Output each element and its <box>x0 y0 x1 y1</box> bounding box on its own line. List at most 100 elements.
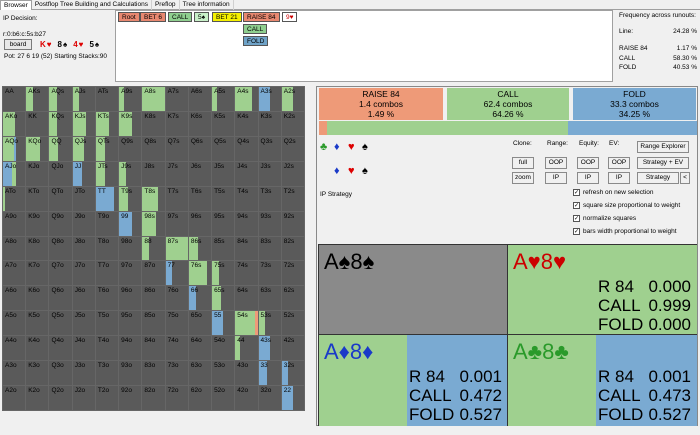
hand-cell-T9s[interactable]: T9s <box>119 186 142 211</box>
hand-cell-T9o[interactable]: T9o <box>95 211 119 236</box>
hand-cell-K8s[interactable]: K8s <box>142 111 165 136</box>
hand-cell-Q8o[interactable]: Q8o <box>49 236 72 261</box>
range-explorer-button[interactable]: Range Explorer <box>637 141 689 153</box>
hand-cell-KQs[interactable]: KQs <box>49 111 72 136</box>
hand-cell-AJs[interactable]: AJs <box>72 87 95 111</box>
hand-cell-62o[interactable]: 62o <box>188 386 212 410</box>
hand-cell-Q6s[interactable]: Q6s <box>188 136 212 161</box>
hand-cell-A8s[interactable]: A8s <box>142 87 165 111</box>
diamond-filter-icon[interactable]: ♦ <box>334 165 340 177</box>
hand-cell-Q2o[interactable]: Q2o <box>49 386 72 410</box>
combo-as8s[interactable]: A♠8♠ <box>319 245 508 335</box>
hand-cell-42s[interactable]: 42s <box>281 336 304 361</box>
hand-cell-Q5o[interactable]: Q5o <box>49 311 72 336</box>
tab-browser[interactable]: Browser <box>0 0 32 10</box>
hand-cell-86s[interactable]: 86s <box>188 236 212 261</box>
tree-node[interactable]: BET 21 <box>212 12 242 22</box>
hand-cell-43s[interactable]: 43s <box>258 336 281 361</box>
hand-cell-K2s[interactable]: K2s <box>281 111 304 136</box>
hand-cell-93s[interactable]: 93s <box>258 211 281 236</box>
combo-ad8d[interactable]: A♦8♦ R 84 0.001 CALL 0.472 FOLD 0.527 <box>319 335 508 426</box>
hand-cell-A4o[interactable]: A4o <box>3 336 26 361</box>
hand-cell-J5o[interactable]: J5o <box>72 311 95 336</box>
hand-cell-K2o[interactable]: K2o <box>26 386 49 410</box>
hand-cell-K7o[interactable]: K7o <box>26 261 49 286</box>
hand-cell-94s[interactable]: 94s <box>235 211 258 236</box>
hand-cell-65o[interactable]: 65o <box>188 311 212 336</box>
hand-cell-K4o[interactable]: K4o <box>26 336 49 361</box>
hand-cell-QJs[interactable]: QJs <box>72 136 95 161</box>
tree-node[interactable]: CALL <box>168 12 193 22</box>
hand-cell-53o[interactable]: 53o <box>212 361 235 386</box>
strategy-ev-button[interactable]: Strategy + EV <box>637 157 689 169</box>
hand-cell-75s[interactable]: 75s <box>212 261 235 286</box>
hand-cell-76s[interactable]: 76s <box>188 261 212 286</box>
hand-cell-K7s[interactable]: K7s <box>165 111 188 136</box>
action-call-box[interactable]: CALL 62.4 combos 64.26 % <box>447 88 569 120</box>
hand-cell-86o[interactable]: 86o <box>142 286 165 311</box>
diamond-filter-icon[interactable]: ♦ <box>334 141 340 153</box>
hand-cell-J3s[interactable]: J3s <box>258 161 281 186</box>
hand-cell-K9o[interactable]: K9o <box>26 211 49 236</box>
hand-cell-94o[interactable]: 94o <box>119 336 142 361</box>
hand-cell-J6s[interactable]: J6s <box>188 161 212 186</box>
hand-cell-64o[interactable]: 64o <box>188 336 212 361</box>
hand-cell-95o[interactable]: 95o <box>119 311 142 336</box>
hand-cell-J9o[interactable]: J9o <box>72 211 95 236</box>
ev-oop-button[interactable]: OOP <box>608 157 630 169</box>
hand-cell-K5o[interactable]: K5o <box>26 311 49 336</box>
normalize-checkbox[interactable]: ✓ normalize squares <box>573 215 636 222</box>
action-raise-box[interactable]: RAISE 84 1.4 combos 1.49 % <box>319 88 443 120</box>
hand-cell-Q9o[interactable]: Q9o <box>49 211 72 236</box>
combo-ac8c[interactable]: A♣8♣ R 84 0.001 CALL 0.473 FOLD 0.527 <box>508 335 697 426</box>
hand-cell-A9s[interactable]: A9s <box>119 87 142 111</box>
hand-cell-JTo[interactable]: JTo <box>72 186 95 211</box>
hand-cell-88[interactable]: 88 <box>142 236 165 261</box>
hand-cell-K5s[interactable]: K5s <box>212 111 235 136</box>
hand-cell-Q6o[interactable]: Q6o <box>49 286 72 311</box>
hand-cell-66[interactable]: 66 <box>188 286 212 311</box>
hand-cell-85o[interactable]: 85o <box>142 311 165 336</box>
hand-cell-74s[interactable]: 74s <box>235 261 258 286</box>
hand-cell-J4s[interactable]: J4s <box>235 161 258 186</box>
hand-cell-A3s[interactable]: A3s <box>258 87 281 111</box>
hand-cell-83o[interactable]: 83o <box>142 361 165 386</box>
hand-cell-95s[interactable]: 95s <box>212 211 235 236</box>
hand-cell-QQ[interactable]: QQ <box>49 136 72 161</box>
strategy-button[interactable]: Strategy <box>637 172 679 184</box>
hand-cell-A6o[interactable]: A6o <box>3 286 26 311</box>
hand-cell-A2o[interactable]: A2o <box>3 386 26 410</box>
hand-cell-AKo[interactable]: AKo <box>3 111 26 136</box>
hand-cell-ATo[interactable]: ATo <box>3 186 26 211</box>
hand-cell-92s[interactable]: 92s <box>281 211 304 236</box>
hand-cell-32o[interactable]: 32o <box>258 386 281 410</box>
hand-cell-T8o[interactable]: T8o <box>95 236 119 261</box>
hand-cell-Q3s[interactable]: Q3s <box>258 136 281 161</box>
tree-node[interactable]: CALL <box>243 24 268 34</box>
hand-cell-74o[interactable]: 74o <box>165 336 188 361</box>
hand-cell-J2o[interactable]: J2o <box>72 386 95 410</box>
hand-cell-AQs[interactable]: AQs <box>49 87 72 111</box>
bars-width-checkbox[interactable]: ✓ bars width proportional to weight <box>573 228 677 235</box>
hand-cell-98o[interactable]: 98o <box>119 236 142 261</box>
square-size-checkbox[interactable]: ✓ square size proportional to weight <box>573 202 680 209</box>
ev-ip-button[interactable]: IP <box>608 172 630 184</box>
hand-cell-KJo[interactable]: KJo <box>26 161 49 186</box>
hand-cell-83s[interactable]: 83s <box>258 236 281 261</box>
hand-cell-JTs[interactable]: JTs <box>95 161 119 186</box>
hand-cell-A4s[interactable]: A4s <box>235 87 258 111</box>
hand-cell-54s[interactable]: 54s <box>235 311 258 336</box>
hand-cell-QTo[interactable]: QTo <box>49 186 72 211</box>
tree-node[interactable]: FOLD <box>243 36 269 46</box>
tab-preflop[interactable]: Preflop <box>152 0 180 10</box>
hand-cell-J9s[interactable]: J9s <box>119 161 142 186</box>
hand-cell-J7s[interactable]: J7s <box>165 161 188 186</box>
refresh-checkbox[interactable]: ✓ refresh on new selection <box>573 189 653 196</box>
hand-cell-K9s[interactable]: K9s <box>119 111 142 136</box>
hand-cell-K3s[interactable]: K3s <box>258 111 281 136</box>
hand-cell-Q5s[interactable]: Q5s <box>212 136 235 161</box>
hand-cell-KJs[interactable]: KJs <box>72 111 95 136</box>
hand-cell-KTo[interactable]: KTo <box>26 186 49 211</box>
board-button[interactable]: board <box>4 39 32 50</box>
hand-cell-K3o[interactable]: K3o <box>26 361 49 386</box>
